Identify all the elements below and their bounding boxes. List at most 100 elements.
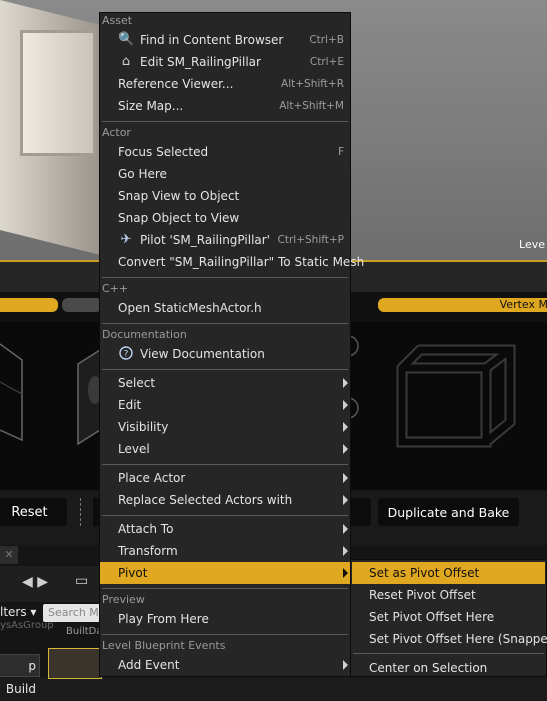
pivot-submenu: Set as Pivot Offset Reset Pivot Offset S…	[350, 559, 547, 677]
section-header-level-blueprint: Level Blueprint Events	[102, 639, 226, 652]
menu-item-open-header[interactable]: Open StaticMeshActor.h	[100, 297, 350, 319]
menu-separator	[102, 464, 348, 465]
menu-item-label: Reference Viewer...	[118, 77, 234, 91]
menu-item-label: Attach To	[118, 522, 174, 536]
menu-item-replace-actors[interactable]: Replace Selected Actors with	[100, 489, 350, 511]
menu-item-label: Place Actor	[118, 471, 186, 485]
menu-item-shortcut: Ctrl+E	[309, 56, 344, 68]
menu-item-convert-to-static-mesh[interactable]: Convert "SM_RailingPillar" To Static Mes…	[100, 251, 364, 273]
submenu-arrow-icon	[343, 495, 348, 505]
toolbar-separator	[80, 498, 82, 526]
menu-item-snap-view-to-object[interactable]: Snap View to Object	[100, 185, 350, 207]
close-icon[interactable]: ✕	[0, 546, 18, 564]
actor-context-menu: Asset 🔍 Find in Content Browser Ctrl+B ⌂…	[99, 12, 364, 677]
submenu-arrow-icon	[343, 568, 348, 578]
menu-item-play-from-here[interactable]: Play From Here	[100, 608, 350, 630]
menu-item-pilot[interactable]: ✈ Pilot 'SM_RailingPillar' Ctrl+Shift+P	[100, 229, 350, 251]
menu-item-label: Snap View to Object	[118, 189, 240, 203]
menu-item-edit-asset[interactable]: ⌂ Edit SM_RailingPillar Ctrl+E	[100, 51, 350, 73]
menu-separator	[102, 323, 348, 324]
menu-item-label: Pivot	[118, 566, 148, 580]
section-header-documentation: Documentation	[102, 328, 187, 341]
menu-item-reference-viewer[interactable]: Reference Viewer... Alt+Shift+R	[100, 73, 350, 95]
menu-item-label: View Documentation	[140, 347, 265, 361]
menu-separator	[102, 121, 348, 122]
menu-item-label: Reset Pivot Offset	[369, 588, 476, 602]
menu-separator	[102, 515, 348, 516]
filters-dropdown[interactable]: lters ▾	[0, 605, 36, 619]
lod-bar-vertex[interactable]: Vertex M	[378, 298, 547, 312]
menu-item-label: Find in Content Browser	[140, 33, 284, 47]
menu-item-edit[interactable]: Edit	[100, 394, 350, 416]
submenu-arrow-icon	[343, 444, 348, 454]
magnifier-icon: 🔍	[118, 32, 135, 47]
menu-item-pivot[interactable]: Pivot	[100, 562, 350, 584]
asset-thumbnail[interactable]	[48, 648, 102, 679]
menu-item-go-here[interactable]: Go Here	[100, 163, 350, 185]
menu-item-shortcut: Alt+Shift+M	[279, 100, 344, 112]
menu-item-label: Pilot 'SM_RailingPillar'	[140, 233, 270, 247]
menu-item-place-actor[interactable]: Place Actor	[100, 467, 350, 489]
menu-item-visibility[interactable]: Visibility	[100, 416, 350, 438]
asset-folder-label: BuiltDa	[66, 626, 103, 637]
menu-item-label: Focus Selected	[118, 145, 209, 159]
menu-item-label: Open StaticMeshActor.h	[118, 301, 262, 315]
menu-item-transform[interactable]: Transform	[100, 540, 350, 562]
menu-item-label: Go Here	[118, 167, 167, 181]
lod-bar-0[interactable]	[0, 298, 58, 312]
menu-item-label: Play From Here	[118, 612, 209, 626]
submenu-item-set-as-pivot-offset[interactable]: Set as Pivot Offset	[352, 562, 545, 584]
submenu-item-center-on-selection[interactable]: Center on Selection	[352, 657, 545, 679]
menu-item-select[interactable]: Select	[100, 372, 350, 394]
section-header-cpp: C++	[102, 282, 129, 295]
menu-item-size-map[interactable]: Size Map... Alt+Shift+M	[100, 95, 350, 117]
menu-item-attach-to[interactable]: Attach To	[100, 518, 350, 540]
home-icon: ⌂	[121, 54, 131, 69]
submenu-item-reset-pivot-offset[interactable]: Reset Pivot Offset	[352, 584, 545, 606]
menu-item-shortcut: Ctrl+B	[309, 34, 344, 46]
build-button[interactable]: p Build	[0, 654, 40, 696]
nav-arrows-icon[interactable]: ◀ ▶	[22, 574, 48, 590]
section-header-asset: Asset	[102, 14, 133, 27]
submenu-arrow-icon	[343, 546, 348, 556]
menu-item-label: Add Event	[118, 658, 180, 672]
menu-item-label: Edit SM_RailingPillar	[140, 55, 261, 69]
group-label: ysAsGroup	[0, 620, 54, 631]
menu-separator	[353, 653, 544, 654]
section-header-preview: Preview	[102, 593, 145, 606]
menu-item-add-event[interactable]: Add Event	[100, 654, 350, 676]
submenu-arrow-icon	[343, 422, 348, 432]
pillar-panel	[20, 30, 96, 156]
menu-separator	[102, 634, 348, 635]
menu-item-shortcut: F	[337, 146, 344, 158]
hidden-button-2[interactable]	[349, 498, 371, 526]
menu-item-label: Replace Selected Actors with	[118, 493, 293, 507]
menu-item-shortcut: Ctrl+Shift+P	[277, 234, 344, 246]
menu-item-snap-object-to-view[interactable]: Snap Object to View	[100, 207, 350, 229]
submenu-arrow-icon	[343, 660, 348, 670]
submenu-item-set-pivot-offset-here[interactable]: Set Pivot Offset Here	[352, 606, 545, 628]
menu-item-shortcut: Alt+Shift+R	[281, 78, 344, 90]
submenu-arrow-icon	[343, 524, 348, 534]
menu-separator	[102, 369, 348, 370]
menu-separator	[102, 588, 348, 589]
menu-item-view-documentation[interactable]: ? View Documentation	[100, 343, 350, 365]
menu-item-find-in-content-browser[interactable]: 🔍 Find in Content Browser Ctrl+B	[100, 29, 350, 51]
submenu-arrow-icon	[343, 473, 348, 483]
submenu-arrow-icon	[343, 400, 348, 410]
folder-icon[interactable]: ▭	[75, 573, 88, 589]
menu-item-label: Level	[118, 442, 150, 456]
section-header-actor: Actor	[102, 126, 131, 139]
submenu-item-set-pivot-offset-here-snapped[interactable]: Set Pivot Offset Here (Snapped)	[352, 628, 547, 650]
airplane-icon: ✈	[120, 232, 132, 247]
lod-bar-1[interactable]	[62, 298, 102, 312]
menu-item-label: Size Map...	[118, 99, 184, 113]
menu-item-label: Transform	[118, 544, 178, 558]
menu-item-label: Select	[118, 376, 156, 390]
menu-item-label: Center on Selection	[369, 661, 488, 675]
menu-item-focus-selected[interactable]: Focus Selected F	[100, 141, 350, 163]
menu-item-level[interactable]: Level	[100, 438, 350, 460]
reset-button[interactable]: Reset	[0, 498, 67, 526]
menu-item-label: Convert "SM_RailingPillar" To Static Mes…	[118, 255, 365, 269]
duplicate-and-bake-button[interactable]: Duplicate and Bake	[378, 498, 519, 526]
